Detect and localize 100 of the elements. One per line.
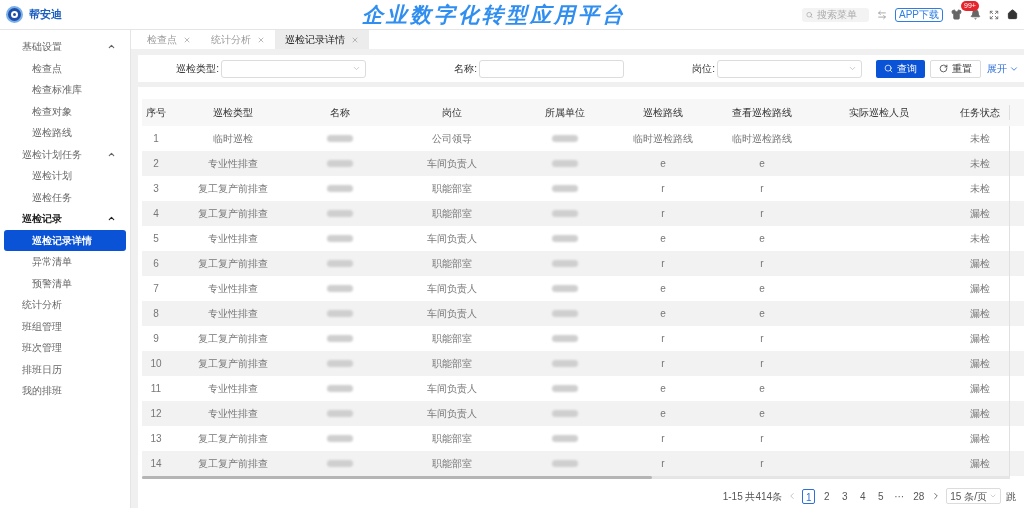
table-cell-text: 漏检 bbox=[969, 257, 990, 271]
table-cell-text: 专业性排查 bbox=[208, 232, 258, 246]
sidebar-item[interactable]: 班次管理 bbox=[0, 337, 130, 359]
blurred-text bbox=[327, 435, 353, 442]
table-cell-text: 漏检 bbox=[969, 457, 990, 471]
blurred-text bbox=[327, 210, 353, 217]
sidebar-item[interactable]: 班组管理 bbox=[0, 315, 130, 337]
table-row[interactable]: 12 专业性排查 车间负责人 e e 漏检 bbox=[142, 401, 1024, 426]
table-cell-text: 漏检 bbox=[969, 207, 990, 221]
table-row[interactable]: 14 复工复产前排查 职能部室 r r 漏检 bbox=[142, 451, 1024, 476]
page-number[interactable]: 3 bbox=[838, 488, 852, 504]
table-row[interactable]: 4 复工复产前排查 职能部室 r r 漏检 bbox=[142, 201, 1024, 226]
column-header: 序号 bbox=[145, 106, 167, 120]
page-number[interactable]: 1 bbox=[802, 488, 816, 504]
sidebar-item[interactable]: 异常清单 bbox=[0, 251, 130, 273]
app-download-button[interactable]: APP下载 bbox=[895, 7, 943, 22]
page-size-select[interactable]: 15 条/页 bbox=[946, 488, 1001, 504]
search-button[interactable]: 查询 bbox=[876, 59, 925, 78]
blurred-text bbox=[552, 410, 578, 417]
blurred-text bbox=[327, 285, 353, 292]
table-cell-text: 未检 bbox=[969, 132, 990, 146]
blurred-text bbox=[327, 335, 353, 342]
table-cell-text: 临时巡检路线 bbox=[732, 132, 792, 146]
table-cell-text: 职能部室 bbox=[432, 182, 472, 196]
table-cell-text: e bbox=[759, 307, 765, 321]
table-cell-text: 复工复产前排查 bbox=[198, 357, 268, 371]
sidebar-group[interactable]: 巡检计划任务 bbox=[0, 143, 130, 165]
fullscreen-icon[interactable] bbox=[989, 9, 999, 20]
table-cell-text: e bbox=[660, 232, 666, 246]
sidebar-item[interactable]: 我的排班 bbox=[0, 380, 130, 402]
home-icon[interactable] bbox=[1007, 9, 1018, 20]
sidebar-item[interactable]: 统计分析 bbox=[0, 294, 130, 316]
select-field[interactable] bbox=[221, 59, 366, 78]
filter-label: 名称: bbox=[454, 62, 477, 76]
table-cell-text: 车间负责人 bbox=[427, 232, 477, 246]
sidebar-item[interactable]: 检查点 bbox=[0, 57, 130, 79]
blurred-text bbox=[552, 335, 578, 342]
page-number[interactable]: ··· bbox=[892, 488, 907, 504]
page-tab[interactable]: 巡检记录详情 bbox=[275, 30, 369, 49]
sidebar-item[interactable]: 预警清单 bbox=[0, 272, 130, 294]
table-cell-text: r bbox=[661, 207, 665, 221]
table-cell-text: 车间负责人 bbox=[427, 407, 477, 421]
table-cell-text: 11 bbox=[150, 382, 162, 396]
table-cell-text: r bbox=[661, 257, 665, 271]
column-header: 岗位 bbox=[441, 106, 463, 120]
table-row[interactable]: 10 复工复产前排查 职能部室 r r 漏检 bbox=[142, 351, 1024, 376]
logo-icon bbox=[6, 6, 23, 23]
select-field[interactable] bbox=[717, 59, 862, 78]
brand-name: 帮安迪 bbox=[29, 7, 62, 23]
page-number[interactable]: 5 bbox=[874, 488, 888, 504]
table-cell-text: 公司领导 bbox=[432, 132, 472, 146]
close-icon[interactable] bbox=[183, 35, 191, 44]
table-cell-text: e bbox=[759, 232, 765, 246]
page-number[interactable]: 2 bbox=[820, 488, 834, 504]
column-header: 查看巡检路线 bbox=[731, 106, 793, 120]
reset-button[interactable]: 重置 bbox=[930, 59, 981, 78]
table-cell-text: 1 bbox=[153, 132, 159, 146]
table-cell-text: e bbox=[660, 382, 666, 396]
sidebar-group[interactable]: 基础设置 bbox=[0, 36, 130, 58]
page-number[interactable]: 4 bbox=[856, 488, 870, 504]
table-cell-text: 漏检 bbox=[969, 357, 990, 371]
table-cell-text: 漏检 bbox=[969, 332, 990, 346]
column-header: 任务状态 bbox=[950, 105, 1010, 120]
horizontal-scrollbar[interactable] bbox=[142, 476, 1010, 479]
table-row[interactable]: 8 专业性排查 车间负责人 e e 漏检 bbox=[142, 301, 1024, 326]
blurred-text bbox=[552, 210, 578, 217]
sidebar-item[interactable]: 巡检路线 bbox=[0, 122, 130, 144]
sidebar-item[interactable]: 检查标准库 bbox=[0, 79, 130, 101]
sidebar-item[interactable]: 巡检记录详情 bbox=[4, 229, 126, 251]
sidebar-item[interactable]: 检查对象 bbox=[0, 100, 130, 122]
swap-icon[interactable] bbox=[877, 9, 887, 20]
table-cell-text: 5 bbox=[153, 232, 159, 246]
table-cell-text: 漏检 bbox=[969, 432, 990, 446]
blurred-text bbox=[552, 310, 578, 317]
blurred-text bbox=[327, 235, 353, 242]
page-number[interactable]: 28 bbox=[911, 488, 927, 504]
column-header: 巡检路线 bbox=[642, 106, 684, 120]
sidebar-group[interactable]: 巡检记录 bbox=[0, 208, 130, 230]
column-header: 实际巡检人员 bbox=[848, 106, 910, 120]
table-cell-text: 10 bbox=[150, 357, 162, 371]
table-cell-text: 职能部室 bbox=[432, 457, 472, 471]
sidebar-item[interactable]: 巡检任务 bbox=[0, 186, 130, 208]
bell-icon[interactable] bbox=[970, 9, 981, 20]
table-row[interactable]: 2 专业性排查 车间负责人 e e 未检 bbox=[142, 151, 1024, 176]
blurred-text bbox=[552, 260, 578, 267]
table-cell-text: r bbox=[760, 432, 764, 446]
shirt-icon[interactable] bbox=[951, 9, 962, 20]
table-cell-text: e bbox=[759, 157, 765, 171]
table-row[interactable]: 6 复工复产前排查 职能部室 r r 漏检 bbox=[142, 251, 1024, 276]
table-cell-text: 职能部室 bbox=[432, 432, 472, 446]
table-cell-text: 专业性排查 bbox=[208, 307, 258, 321]
search-field[interactable]: 搜索菜单 bbox=[802, 7, 869, 22]
table-cell-text: 8 bbox=[153, 307, 159, 321]
table-cell-text: 7 bbox=[153, 282, 159, 296]
close-icon[interactable] bbox=[351, 35, 359, 44]
expand-link[interactable]: 展开 bbox=[987, 61, 1019, 76]
close-icon[interactable] bbox=[257, 35, 265, 44]
sidebar-item[interactable]: 巡检计划 bbox=[0, 165, 130, 187]
sidebar-item[interactable]: 排班日历 bbox=[0, 358, 130, 380]
input-field[interactable] bbox=[479, 59, 624, 78]
